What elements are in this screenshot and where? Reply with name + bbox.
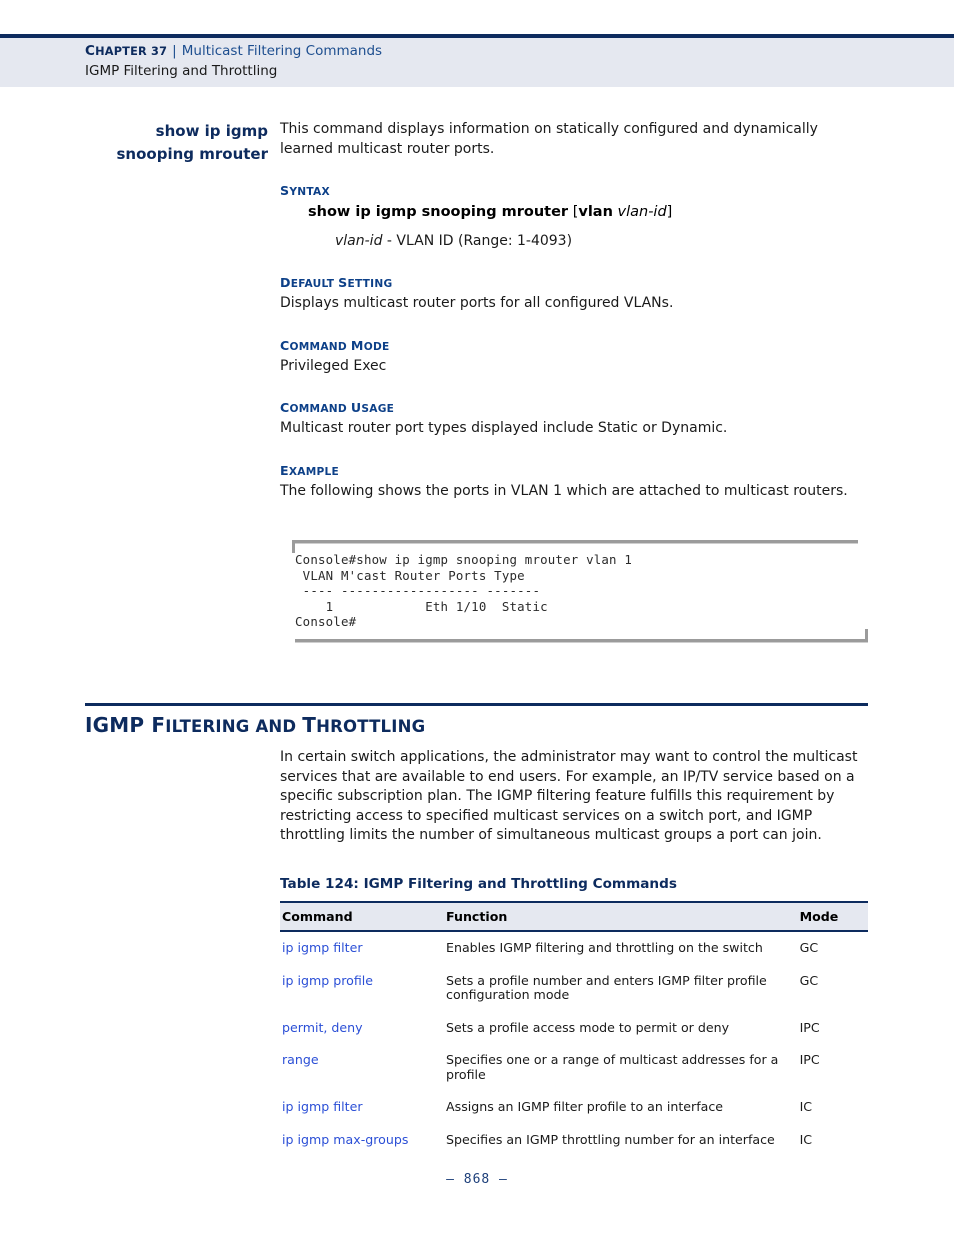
table-cell-function: Assigns an IGMP filter profile to an int… xyxy=(446,1099,724,1114)
table-cell-mode: GC xyxy=(799,940,819,955)
section-heading: IGMP FILTERING AND THROTTLING xyxy=(85,713,426,737)
table-cell-mode: IPC xyxy=(799,1052,820,1067)
table-cell-function: Enables IGMP filtering and throttling on… xyxy=(446,940,763,955)
command-link[interactable]: range xyxy=(282,1052,319,1067)
table-cell-function: Specifies one or a range of multicast ad… xyxy=(446,1052,779,1082)
table-row: permit, deny Sets a profile access mode … xyxy=(280,1012,868,1045)
breadcrumb-topic: Multicast Filtering Commands xyxy=(181,43,383,59)
table-cell-mode: IPC xyxy=(799,1019,820,1035)
syntax-usage-line: show ip igmp snooping mrouter [vlan vlan… xyxy=(308,204,673,220)
console-bottom-rule xyxy=(295,628,868,643)
table-row: ip igmp filter Enables IGMP filtering an… xyxy=(280,931,868,965)
command-link[interactable]: permit, deny xyxy=(282,1020,363,1035)
command-body: This command displays information on sta… xyxy=(280,120,870,501)
table-head: Command Function Mode xyxy=(280,901,868,932)
table-header-row: Command Function Mode xyxy=(280,901,868,932)
page-header: CHAPTER 37 | Multicast Filtering Commands … xyxy=(85,42,885,81)
breadcrumb-separator: | xyxy=(172,43,177,59)
example-heading: EXAMPLE xyxy=(280,462,340,478)
console-corner-tick-right xyxy=(865,628,868,642)
command-link[interactable]: ip igmp filter xyxy=(282,1099,363,1114)
table-cell-mode: IC xyxy=(799,1131,813,1147)
table-header-command: Command xyxy=(280,901,447,932)
table-cell-command[interactable]: permit, deny xyxy=(280,1012,446,1045)
syntax-command: show ip igmp snooping mrouter xyxy=(308,204,569,220)
command-title: show ip igmp snooping mrouter xyxy=(88,120,269,165)
table-row: ip igmp filter Assigns an IGMP filter pr… xyxy=(280,1091,868,1124)
command-link[interactable]: ip igmp profile xyxy=(282,973,373,988)
syntax-heading: SYNTAX xyxy=(280,183,330,198)
table-cell-command[interactable]: range xyxy=(280,1044,446,1091)
breadcrumb: CHAPTER 37 | Multicast Filtering Commands xyxy=(85,42,885,61)
console-corner-tick-left xyxy=(292,540,295,553)
table-cell-command[interactable]: ip igmp filter xyxy=(280,931,446,965)
table-cell-mode: GC xyxy=(799,972,819,988)
command-usage-text: Multicast router port types displayed in… xyxy=(280,420,728,436)
breadcrumb-chapter: CHAPTER 37 xyxy=(85,43,168,59)
section-body: In certain switch applications, the admi… xyxy=(280,748,872,846)
section-body-text: In certain switch applications, the admi… xyxy=(280,749,858,843)
page-number: – 868 – xyxy=(446,1172,508,1187)
table-row: ip igmp profile Sets a profile number an… xyxy=(280,965,868,1012)
command-title-line2: snooping mrouter xyxy=(116,144,269,163)
command-link[interactable]: ip igmp max-groups xyxy=(282,1132,408,1147)
table-cell-mode: IC xyxy=(799,1099,813,1114)
default-setting-heading: DEFAULT SETTING xyxy=(280,275,393,290)
syntax-keyword: vlan xyxy=(578,204,613,220)
console-output-text: Console#show ip igmp snooping mrouter vl… xyxy=(295,552,633,630)
syntax-param-description: vlan-id - VLAN ID (Range: 1-4093) xyxy=(335,233,573,249)
table-row: ip igmp max-groups Specifies an IGMP thr… xyxy=(280,1124,868,1157)
table-header-mode: Mode xyxy=(799,901,868,932)
table-cell-function: Specifies an IGMP throttling number for … xyxy=(446,1131,775,1147)
table-cell-function: Sets a profile access mode to permit or … xyxy=(446,1019,730,1035)
table-cell-command[interactable]: ip igmp max-groups xyxy=(280,1124,446,1157)
command-mode-text: Privileged Exec xyxy=(280,357,387,374)
command-mode-heading: COMMAND MODE xyxy=(280,337,390,353)
commands-table: Command Function Mode ip igmp filter Ena… xyxy=(280,901,868,1156)
command-link[interactable]: ip igmp filter xyxy=(282,940,363,955)
table-caption: Table 124: IGMP Filtering and Throttling… xyxy=(280,876,677,892)
example-text: The following shows the ports in VLAN 1 … xyxy=(280,482,848,499)
command-description: This command displays information on sta… xyxy=(280,121,818,157)
syntax-param: vlan-id xyxy=(617,204,667,220)
table-cell-command[interactable]: ip igmp profile xyxy=(280,965,446,1012)
table-cell-command[interactable]: ip igmp filter xyxy=(280,1091,446,1124)
header-subtopic: IGMP Filtering and Throttling xyxy=(85,63,278,79)
default-setting-text: Displays multicast router ports for all … xyxy=(280,295,674,311)
console-output-block: Console#show ip igmp snooping mrouter vl… xyxy=(292,540,870,643)
console-top-rule xyxy=(292,540,858,553)
command-usage-heading: COMMAND USAGE xyxy=(280,400,395,415)
section-rule xyxy=(85,703,868,706)
table-header-function: Function xyxy=(446,901,800,932)
command-title-line1: show ip igmp xyxy=(155,122,268,140)
table-cell-function: Sets a profile number and enters IGMP fi… xyxy=(446,972,767,1002)
table-row: range Specifies one or a range of multic… xyxy=(280,1044,868,1091)
table-body: ip igmp filter Enables IGMP filtering an… xyxy=(280,931,868,1156)
